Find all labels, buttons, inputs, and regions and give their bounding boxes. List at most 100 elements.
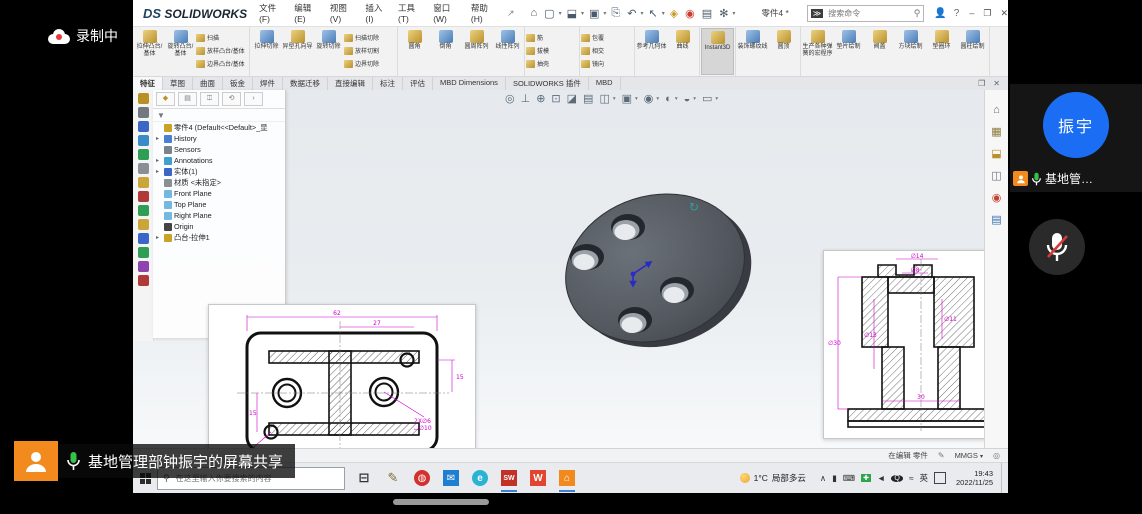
input-language-indicator[interactable]: 英: [920, 472, 929, 484]
dimxpert-tab-icon[interactable]: ⟲: [222, 92, 241, 106]
hide-show-items-icon[interactable]: ◉: [644, 92, 654, 105]
home-icon[interactable]: ⌂: [993, 104, 1000, 116]
ribbon-button-small[interactable]: 放样凸台/基体: [196, 44, 248, 57]
participant-tile[interactable]: 振宇 基地管…: [1010, 84, 1142, 192]
mic-tray-icon[interactable]: ▮: [832, 473, 837, 484]
tree-item[interactable]: 零件4 (Default<<Default>_显: [153, 122, 285, 133]
tree-item[interactable]: Sensors: [153, 144, 285, 155]
tree-item[interactable]: Right Plane: [153, 210, 285, 221]
ribbon-button[interactable]: Instant3D: [701, 28, 734, 75]
ribbon-button[interactable]: 拉伸凸台/基体: [134, 28, 165, 75]
tab-item[interactable]: 数据迁移: [283, 77, 328, 90]
macro-icon-14[interactable]: [138, 275, 149, 286]
file-explorer-icon[interactable]: ⬓: [991, 147, 1001, 160]
search-scope-icon[interactable]: ≫: [811, 9, 823, 18]
user-account-icon[interactable]: 👤: [934, 8, 946, 19]
keyboard-tray-icon[interactable]: ⌨: [843, 473, 855, 484]
zoom-area-icon[interactable]: ⊡: [551, 92, 560, 105]
search-icon[interactable]: ⚲: [914, 8, 921, 19]
rebuild-traffic-light-icon[interactable]: ◉: [683, 7, 697, 20]
tree-item[interactable]: ▸History: [153, 133, 285, 144]
macro-icon-4[interactable]: [138, 135, 149, 146]
print-icon[interactable]: ⎘: [609, 7, 622, 20]
dropdown-caret-icon[interactable]: ▾: [693, 96, 696, 102]
taskbar-weather[interactable]: 1°C 局部多云: [740, 472, 806, 484]
tab-item[interactable]: 焊件: [253, 77, 283, 90]
doc-close-icon[interactable]: ✕: [993, 79, 1000, 88]
ribbon-button[interactable]: 异型孔向导: [282, 28, 313, 75]
expand-arrow-icon[interactable]: ▸: [156, 157, 162, 164]
tab-item[interactable]: SOLIDWORKS 插件: [506, 77, 589, 90]
edit-appearance-sphere-icon[interactable]: ◐: [665, 93, 672, 105]
macro-icon-11[interactable]: [138, 233, 149, 244]
doc-restore-icon[interactable]: ❐: [978, 79, 985, 88]
tree-filter-row[interactable]: ▼: [153, 109, 285, 122]
hidden-icons-chevron[interactable]: ∧: [820, 473, 826, 484]
macro-icon-9[interactable]: [138, 205, 149, 216]
tab-item[interactable]: 评估: [403, 77, 433, 90]
part-3d-flange[interactable]: [505, 138, 805, 398]
open-document-icon[interactable]: ⬓: [565, 7, 579, 20]
restore-button[interactable]: ❐: [983, 8, 991, 19]
red-app-icon[interactable]: ◍: [412, 468, 432, 488]
ribbon-button[interactable]: 参考几何体: [636, 28, 667, 75]
appearance-book-icon[interactable]: ▤: [583, 92, 593, 105]
ribbon-button[interactable]: 装饰螺纹线: [737, 28, 768, 75]
macro-icon-10[interactable]: [138, 219, 149, 230]
ribbon-button[interactable]: 阀盖: [864, 28, 895, 75]
new-document-icon[interactable]: ▢: [542, 7, 556, 20]
ribbon-button[interactable]: 圆顶: [768, 28, 799, 75]
design-library-icon[interactable]: ▦: [991, 125, 1001, 138]
ribbon-button[interactable]: 倒角: [430, 28, 461, 75]
menu-item[interactable]: 工具(T): [394, 0, 427, 26]
tab-item[interactable]: 草图: [163, 77, 193, 90]
macro-icon-13[interactable]: [138, 261, 149, 272]
save-icon[interactable]: ▣: [587, 7, 601, 20]
ribbon-button-small[interactable]: 抽壳: [526, 57, 578, 70]
select-icon[interactable]: ↖: [646, 7, 659, 20]
menu-item[interactable]: 视图(V): [326, 0, 360, 26]
view-palette-icon[interactable]: ◫: [991, 169, 1001, 182]
options-gear-icon[interactable]: ✻: [717, 7, 730, 20]
ribbon-button-small[interactable]: 镜向: [581, 57, 633, 70]
file-properties-icon[interactable]: ▤: [700, 7, 714, 20]
expand-arrow-icon[interactable]: ▸: [156, 234, 162, 241]
volume-tray-icon[interactable]: ◄: [877, 473, 885, 483]
ribbon-button[interactable]: 拉伸切除: [251, 28, 282, 75]
zoom-in-icon[interactable]: ⊕: [536, 92, 545, 105]
status-options-icon[interactable]: ◎: [993, 451, 1000, 460]
tree-item[interactable]: ▸实体(1): [153, 166, 285, 177]
ribbon-button[interactable]: 垫片绘制: [833, 28, 864, 75]
ribbon-button-small[interactable]: 扫描切除: [344, 31, 396, 44]
pin-icon[interactable]: ↗: [507, 8, 515, 19]
appearances-icon[interactable]: ◉: [992, 191, 1002, 204]
scene-icon[interactable]: ◫: [599, 92, 609, 105]
menu-item[interactable]: 编辑(E): [290, 0, 324, 26]
wps-app-icon[interactable]: W: [528, 468, 548, 488]
tree-item[interactable]: 材质 <未指定>: [153, 177, 285, 188]
taskbar-clock[interactable]: 19:43 2022/11/25: [956, 469, 993, 487]
ribbon-button-small[interactable]: 边界凸台/基体: [196, 57, 248, 70]
menu-item[interactable]: 插入(I): [361, 0, 392, 26]
qq-tray-icon[interactable]: Q: [891, 475, 902, 482]
security-tray-icon[interactable]: ✚: [861, 474, 871, 482]
ribbon-button-small[interactable]: 包覆: [581, 31, 633, 44]
tree-item[interactable]: Origin: [153, 221, 285, 232]
ribbon-button[interactable]: 圆角: [399, 28, 430, 75]
macro-icon-1[interactable]: [138, 93, 149, 104]
expand-arrow-icon[interactable]: ▸: [156, 135, 162, 142]
macro-icon-2[interactable]: [138, 107, 149, 118]
macro-icon-7[interactable]: [138, 177, 149, 188]
configurations-tab-icon[interactable]: ⎅: [200, 92, 219, 106]
zoom-fit-icon[interactable]: ◎: [505, 92, 515, 105]
tree-item[interactable]: ▸Annotations: [153, 155, 285, 166]
tab-item[interactable]: 标注: [373, 77, 403, 90]
mail-icon[interactable]: ✉: [441, 468, 461, 488]
display-style-icon[interactable]: ▣: [622, 92, 632, 105]
window-grip-handle[interactable]: [393, 499, 489, 505]
dropdown-caret-icon[interactable]: ▾: [581, 10, 584, 17]
macro-icon-5[interactable]: [138, 149, 149, 160]
macro-icon-12[interactable]: [138, 247, 149, 258]
ribbon-button[interactable]: 方块绘制: [895, 28, 926, 75]
apply-scene-icon[interactable]: ◒: [684, 93, 691, 105]
